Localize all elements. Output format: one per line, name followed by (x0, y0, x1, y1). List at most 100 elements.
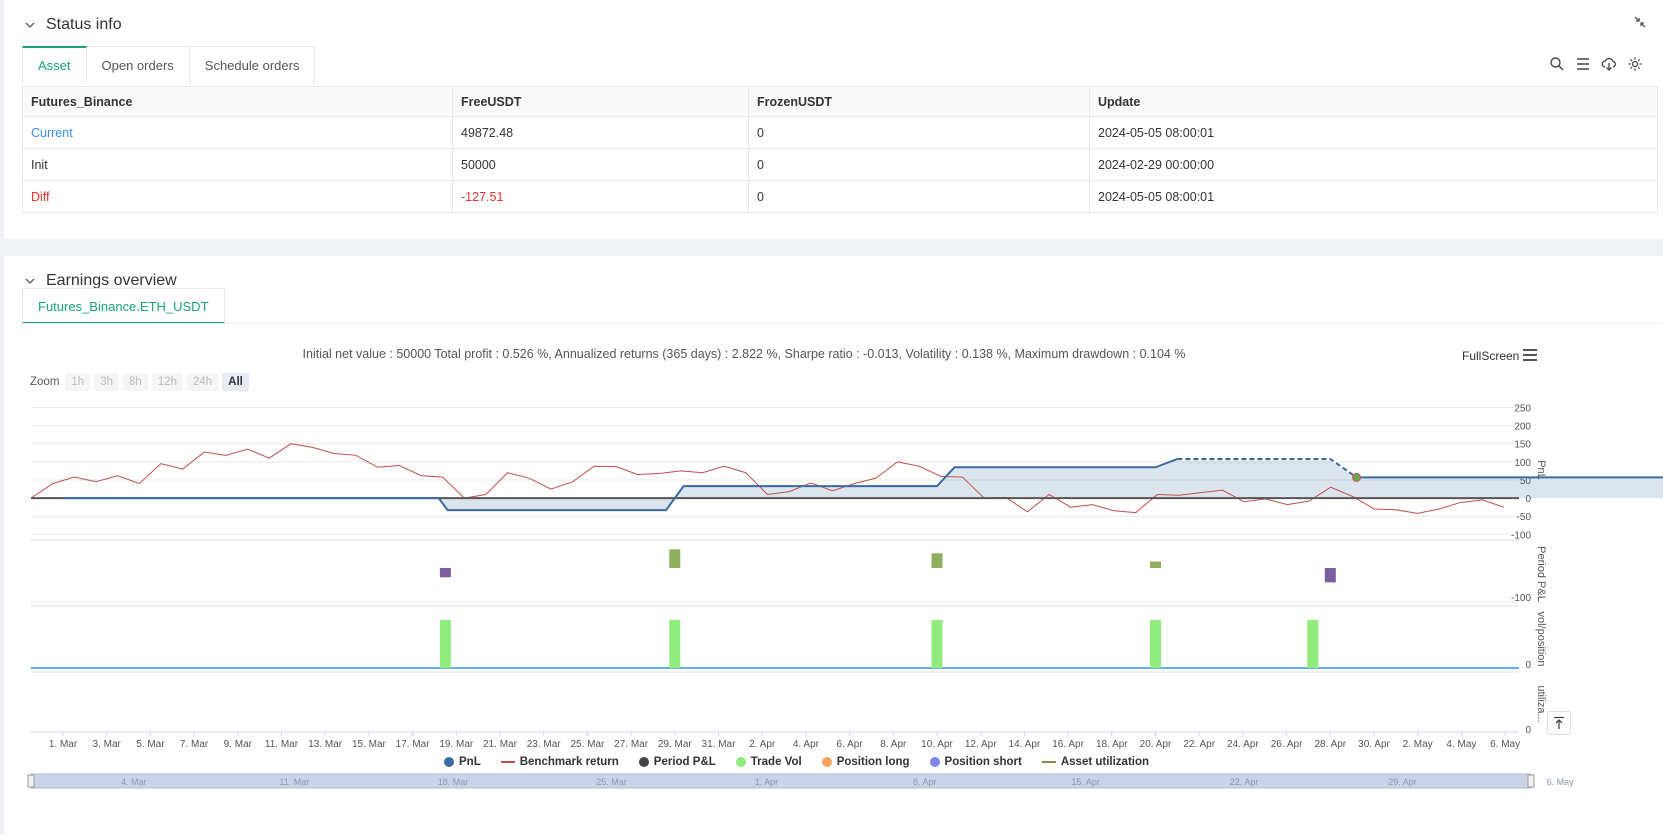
x-tick-label: 13. Mar (308, 739, 343, 750)
x-tick-label: 9. Mar (224, 739, 253, 750)
y-tick-label: 150 (1514, 440, 1531, 451)
x-tick-label: 17. Mar (396, 739, 431, 750)
collapse-arrows-icon[interactable] (1633, 15, 1647, 29)
asset-table: Futures_Binance FreeUSDT FrozenUSDT Upda… (22, 86, 1658, 213)
y-tick-label: -50 (1517, 512, 1532, 523)
legend-label: Trade Vol (750, 756, 802, 768)
period-pnl-bar (1150, 561, 1161, 568)
navigator-range (30, 773, 1532, 789)
list-icon[interactable] (1575, 56, 1591, 72)
x-tick-label: 15. Mar (352, 739, 387, 750)
table-row: Diff -127.51 0 2024-05-05 08:00:01 (22, 180, 1658, 213)
legend-item[interactable]: Asset utilization (1041, 756, 1150, 768)
x-tick-label: 14. Apr (1009, 739, 1041, 750)
trade-marker (1352, 472, 1362, 482)
legend-item[interactable]: Benchmark return (500, 756, 619, 768)
status-header[interactable]: Status info (22, 14, 122, 36)
legend-label: Position long (836, 756, 910, 768)
navigator-label: 22. Apr (1230, 777, 1259, 787)
tab-open-orders[interactable]: Open orders (86, 46, 190, 84)
tab-asset[interactable]: Asset (22, 46, 87, 84)
x-tick-label: 6. Apr (837, 739, 864, 750)
navigator-label: 6. May (1547, 777, 1575, 787)
x-tick-label: 25. Mar (570, 739, 605, 750)
x-tick-label: 20. Apr (1140, 739, 1172, 750)
legend-item[interactable]: Trade Vol (735, 756, 802, 768)
table-toolbar (1549, 56, 1643, 72)
col-frozen: FrozenUSDT (748, 86, 1090, 117)
legend-item[interactable]: Period P&L (638, 756, 716, 768)
row-label-diff: Diff (22, 180, 453, 213)
col-exchange: Futures_Binance (22, 86, 453, 117)
legend-symbol (500, 761, 515, 763)
legend-symbol (929, 757, 940, 767)
x-tick-label: 4. May (1446, 739, 1476, 750)
gear-icon[interactable] (1627, 56, 1643, 72)
cell-free: 49872.48 (452, 116, 749, 149)
x-tick-label: 26. Apr (1271, 739, 1303, 750)
x-tick-label: 2. Apr (749, 739, 776, 750)
x-tick-label: 4. Apr (793, 739, 820, 750)
navigator-label: 1. Apr (755, 777, 779, 787)
cell-free: 50000 (452, 148, 749, 181)
y-tick-label: 100 (1514, 458, 1531, 469)
row-label-init: Init (22, 148, 453, 181)
cloud-download-icon[interactable] (1601, 56, 1617, 72)
x-tick-label: 5. Mar (136, 739, 165, 750)
pnl-area (63, 458, 1663, 511)
x-tick-label: 1. Mar (49, 739, 78, 750)
navigator-handle-left (27, 774, 35, 788)
legend-symbol (735, 757, 746, 767)
cell-update: 2024-05-05 08:00:01 (1089, 180, 1658, 213)
x-tick-label: 10. Apr (921, 739, 953, 750)
navigator-label: 4. Mar (121, 777, 147, 787)
navigator-label: 11. Mar (279, 777, 309, 787)
cell-frozen: 0 (748, 148, 1090, 181)
trade-vol-bar (931, 620, 943, 668)
navigator-label: 25. Mar (596, 777, 627, 787)
y-tick-label: 0 (1525, 725, 1531, 736)
navigator-label: 15. Apr (1071, 777, 1100, 787)
tab-schedule-orders[interactable]: Schedule orders (189, 46, 316, 84)
legend-label: Position short (944, 756, 1022, 768)
x-tick-label: 18. Apr (1096, 739, 1128, 750)
chevron-down-icon[interactable] (22, 17, 38, 33)
period-pnl-bar (669, 549, 681, 568)
y-axis-label-utilization: utiliza... (1535, 685, 1547, 722)
legend-label: Benchmark return (519, 756, 619, 768)
row-label-current[interactable]: Current (22, 116, 453, 149)
back-to-top-button[interactable] (1547, 711, 1571, 735)
legend-item[interactable]: PnL (444, 756, 481, 768)
x-tick-label: 21. Mar (483, 739, 518, 750)
y-tick-label: 0 (1525, 660, 1531, 671)
x-tick-label: 30. Apr (1358, 739, 1390, 750)
navigator-label: 8. Apr (913, 777, 937, 787)
chart-legend: PnL Benchmark return Period P&L Trade Vol Po… (444, 756, 1149, 768)
col-update: Update (1089, 86, 1658, 117)
search-icon[interactable] (1549, 56, 1565, 72)
period-pnl-bar (1324, 568, 1336, 583)
y-axis-label-vol: vol/position (1535, 611, 1547, 666)
legend-item[interactable]: Position long (821, 756, 910, 768)
y-tick-label: 250 (1514, 403, 1531, 414)
trade-vol-bar (1307, 620, 1319, 668)
trade-vol-bar (439, 620, 451, 668)
x-tick-label: 2. May (1403, 739, 1433, 750)
cell-free: -127.51 (452, 180, 749, 213)
legend-symbol (821, 757, 832, 767)
navigator-label: 18. Mar (438, 777, 469, 787)
earnings-panel: Earnings overview Futures_Binance.ETH_US… (4, 256, 1663, 835)
legend-label: Asset utilization (1060, 756, 1150, 768)
y-axis-label-period: Period P&L (1535, 546, 1547, 602)
cell-update: 2024-02-29 00:00:00 (1089, 148, 1658, 181)
col-free: FreeUSDT (452, 86, 749, 117)
legend-symbol (1041, 761, 1056, 763)
x-tick-label: 3. Mar (93, 739, 122, 750)
legend-symbol (638, 757, 649, 767)
x-tick-label: 22. Apr (1183, 739, 1215, 750)
cell-update: 2024-05-05 08:00:01 (1089, 116, 1658, 149)
legend-item[interactable]: Position short (929, 756, 1022, 768)
table-row: Current 49872.48 0 2024-05-05 08:00:01 (22, 116, 1658, 149)
x-tick-label: 27. Mar (614, 739, 649, 750)
status-tabs: Asset Open orders Schedule orders (22, 46, 316, 84)
